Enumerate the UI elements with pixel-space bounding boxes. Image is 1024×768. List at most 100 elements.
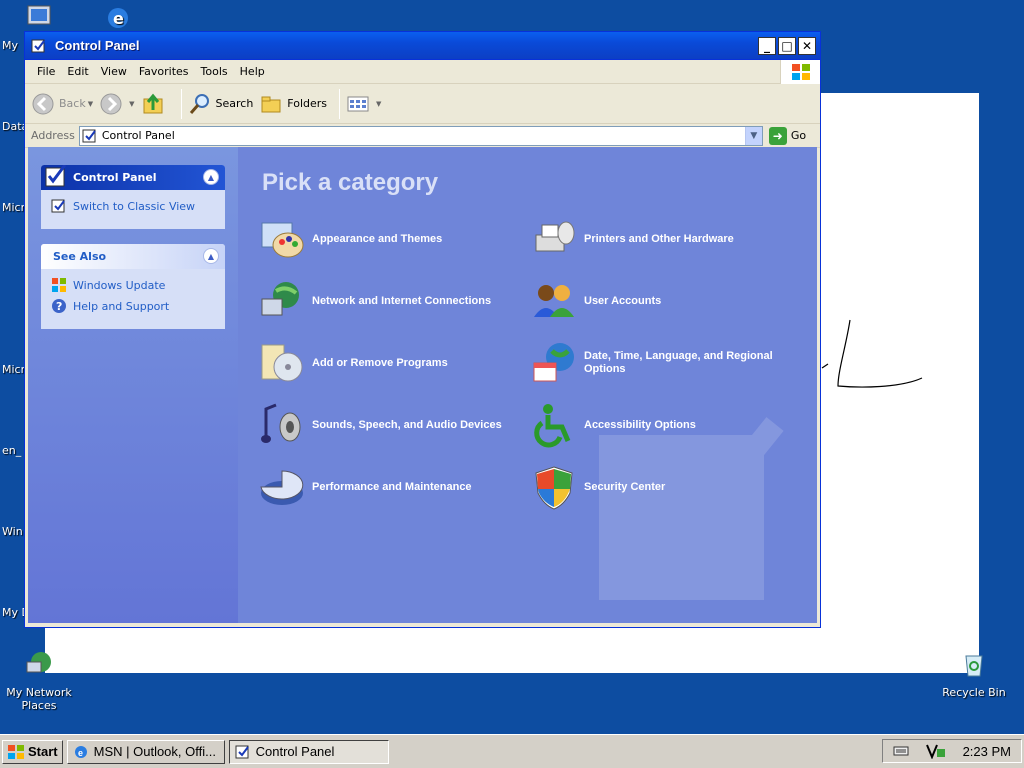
minimize-button[interactable]: _ [758,36,776,55]
category-label: Date, Time, Language, and Regional Optio… [584,350,773,375]
maximize-button[interactable]: □ [778,36,796,55]
box-title: Control Panel [73,171,157,184]
category-date-time-language-regional[interactable]: Date, Time, Language, and Regional Optio… [530,339,790,387]
help-and-support-link[interactable]: ? Help and Support [51,298,215,314]
desktop-label-partial[interactable]: Micro C [2,201,26,214]
svg-text:?: ? [56,300,62,313]
desktop-label-partial[interactable]: en_ [2,444,26,457]
category-label: Add or Remove Programs [312,356,448,369]
box-title: See Also [53,250,107,263]
desktop-label-partial[interactable]: Win [2,525,26,538]
see-also-body: Windows Update ? Help and Support [41,269,225,329]
appearance-themes-icon [261,222,304,258]
go-arrow-icon: ➜ [768,126,787,145]
toolbar-separator [180,88,182,119]
search-icon [189,93,209,114]
category-sounds-speech-audio[interactable]: Sounds, Speech, and Audio Devices [258,401,518,449]
address-field[interactable]: Control Panel ▼ [78,125,763,146]
toolbar-separator [339,88,341,119]
up-folder-button[interactable] [141,92,169,116]
task-label: MSN | Outlook, Offi... [93,744,216,759]
clock[interactable]: 2:23 PM [963,744,1011,759]
recycle-bin-icon [965,655,983,677]
control-panel-box: Control Panel ▲ Switch to Classic View [41,165,225,229]
windows-logo-icon [780,60,820,84]
desktop-icon-recycle-bin[interactable]: Recycle Bin [936,648,1012,699]
menu-edit[interactable]: Edit [61,65,94,78]
menu-tools[interactable]: Tools [195,65,234,78]
category-security-center[interactable]: Security Center [530,463,790,511]
control-panel-box-body: Switch to Classic View [41,190,225,229]
category-label: Appearance and Themes [312,232,443,245]
classic-view-icon [51,199,65,213]
taskbar-item-control-panel[interactable]: Control Panel [228,739,389,764]
go-button[interactable]: ➜ Go [768,126,806,145]
desktop-label-partial[interactable]: My [2,39,26,52]
dropdown-arrow-icon[interactable]: ▼ [376,100,381,108]
search-button[interactable]: Search [188,92,254,116]
menu-view[interactable]: View [95,65,133,78]
menu-favorites[interactable]: Favorites [133,65,195,78]
keyboard-icon[interactable] [893,745,909,757]
my-computer-icon [27,5,51,25]
forward-arrow-icon [100,93,122,114]
back-button[interactable]: Back ▼ [31,92,93,116]
desktop-label-partial[interactable]: Micro B [2,363,26,376]
taskbar-item-msn[interactable]: e MSN | Outlook, Offi... [66,739,225,764]
views-button[interactable]: ▼ [346,92,381,116]
security-shield-icon [535,466,573,510]
control-panel-icon [31,39,45,52]
tray-app-icon[interactable] [925,743,947,759]
category-add-or-remove-programs[interactable]: Add or Remove Programs [258,339,518,387]
category-appearance-and-themes[interactable]: Appearance and Themes [258,215,518,263]
category-accessibility-options[interactable]: Accessibility Options [530,401,790,449]
dropdown-arrow-icon[interactable]: ▼ [129,100,134,108]
menu-help[interactable]: Help [234,65,271,78]
menu-bar: File Edit View Favorites Tools Help [25,60,820,84]
add-remove-programs-icon [261,344,303,382]
category-printers-and-other-hardware[interactable]: Printers and Other Hardware [530,215,790,263]
taskbar: Start e MSN | Outlook, Offi... Control P… [0,734,1024,768]
menu-file[interactable]: File [31,65,61,78]
search-label: Search [215,97,254,110]
category-label: Sounds, Speech, and Audio Devices [312,418,502,431]
category-network-and-internet-connections[interactable]: Network and Internet Connections [258,277,518,325]
folders-button[interactable]: Folders [259,92,327,116]
category-label: Accessibility Options [584,418,696,431]
close-button[interactable]: ✕ [798,36,816,55]
start-button[interactable]: Start [2,739,63,764]
category-performance-and-maintenance[interactable]: Performance and Maintenance [258,463,518,511]
category-label: User Accounts [584,294,662,307]
windows-update-link[interactable]: Windows Update [51,277,215,293]
dropdown-arrow-icon[interactable]: ▼ [88,100,93,108]
standard-toolbar: Back ▼ ▼ Search Folders ▼ [25,84,820,124]
switch-to-classic-view-link[interactable]: Switch to Classic View [51,198,215,214]
desktop-label-partial[interactable]: Data [2,120,26,133]
user-accounts-icon [534,285,574,317]
system-tray: 2:23 PM [882,739,1022,763]
title-bar[interactable]: Control Panel _ □ ✕ [25,32,820,60]
views-icon [347,96,369,111]
network-icon [261,282,299,316]
address-dropdown-button[interactable]: ▼ [744,126,762,145]
collapse-chevron-icon[interactable]: ▲ [203,248,219,264]
control-panel-box-header[interactable]: Control Panel ▲ [41,165,225,190]
task-label: Control Panel [255,744,335,759]
link-label: Windows Update [73,278,166,292]
start-label: Start [28,744,58,759]
desktop-label-partial[interactable]: My D [2,606,26,619]
desktop-icon-my-network-places[interactable]: My Network Places [1,648,77,712]
control-panel-window: Control Panel _ □ ✕ File Edit View Favor… [24,31,821,628]
collapse-chevron-icon[interactable]: ▲ [203,169,219,185]
up-folder-icon [143,93,162,113]
sounds-speaker-icon [261,403,301,443]
category-label: Security Center [584,480,666,493]
network-places-icon [26,652,51,673]
see-also-box: See Also ▲ Windows Update ? Help and Sup… [41,244,225,329]
see-also-header[interactable]: See Also ▲ [41,244,225,269]
svg-text:e: e [113,9,124,28]
category-user-accounts[interactable]: User Accounts [530,277,790,325]
performance-pie-icon [260,470,304,505]
control-panel-icon [45,165,67,187]
forward-button[interactable]: ▼ [99,92,135,116]
